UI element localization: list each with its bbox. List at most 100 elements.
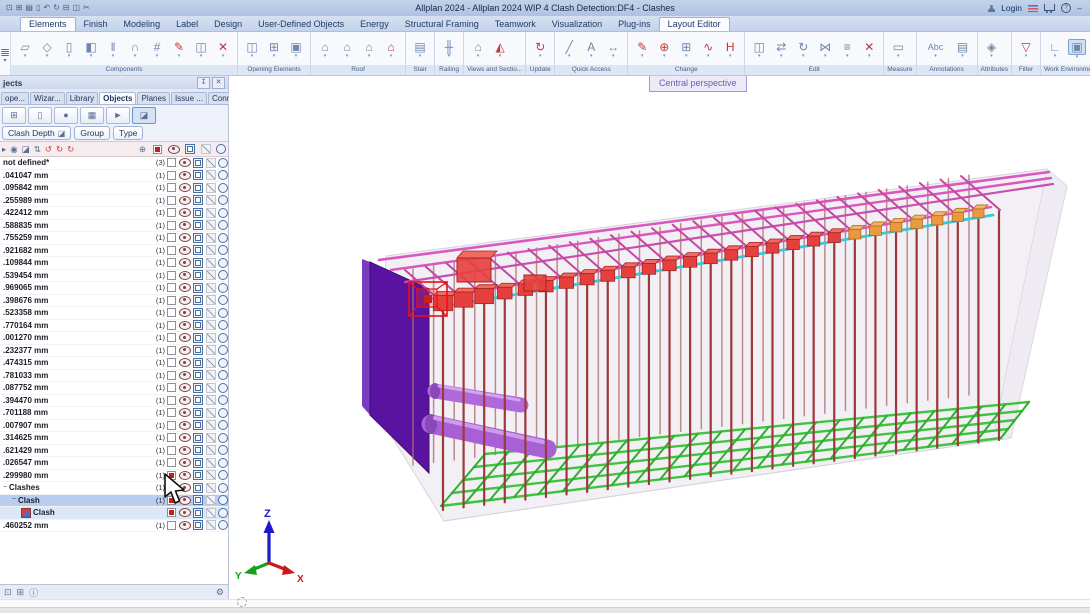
row-isolate-icon[interactable] — [206, 208, 216, 218]
row-checkbox[interactable] — [167, 471, 176, 480]
row-info-icon[interactable] — [218, 220, 228, 230]
palette-tab-ope[interactable]: ope... — [1, 92, 29, 104]
list-item[interactable]: .232377 mm(1) — [0, 345, 228, 358]
update-icon[interactable]: ↻▾ — [530, 40, 550, 59]
sort-icon[interactable]: ⇅ — [34, 144, 41, 155]
row-info-icon[interactable] — [218, 520, 228, 530]
mirror-icon[interactable]: ⋈▾ — [815, 40, 835, 59]
tag-icon[interactable]: ◪ — [132, 107, 156, 124]
list-item[interactable]: .095842 mm(1) — [0, 182, 228, 195]
list-item[interactable]: .314625 mm(1) — [0, 432, 228, 445]
grid-icon[interactable]: #▾ — [147, 40, 167, 59]
row-checkbox[interactable] — [167, 321, 176, 330]
row-visibility-icon[interactable] — [179, 433, 191, 442]
palette-tab-wizar[interactable]: Wizar... — [30, 92, 65, 104]
ribbon-tab-energy[interactable]: Energy — [352, 18, 397, 31]
row-visibility-icon[interactable] — [179, 346, 191, 355]
palette-tab-objects[interactable]: Objects — [99, 92, 136, 104]
quick-access-icon-7[interactable]: ◫ — [72, 3, 80, 13]
row-info-icon[interactable] — [218, 383, 228, 393]
row-model-icon[interactable] — [193, 495, 203, 505]
ribbon-tab-design[interactable]: Design — [206, 18, 250, 31]
row-info-icon[interactable] — [218, 233, 228, 243]
row-checkbox[interactable] — [167, 446, 176, 455]
grid-view-icon[interactable]: ▦ — [80, 107, 104, 124]
section-icon[interactable]: ◭▾ — [490, 40, 510, 59]
modify-wall-icon[interactable]: ✎▾ — [169, 40, 189, 59]
row-model-icon[interactable] — [193, 470, 203, 480]
list-item[interactable]: .422412 mm(1) — [0, 207, 228, 220]
row-model-icon[interactable] — [193, 283, 203, 293]
railing-icon[interactable]: ╫▾ — [439, 40, 459, 59]
row-model-icon[interactable] — [193, 433, 203, 443]
row-checkbox[interactable] — [167, 258, 176, 267]
row-isolate-icon[interactable] — [206, 308, 216, 318]
list-item[interactable]: .523358 mm(1) — [0, 307, 228, 320]
row-model-icon[interactable] — [193, 333, 203, 343]
niche-icon[interactable]: ∩▾ — [125, 40, 145, 59]
close-icon[interactable]: ✕ — [212, 77, 225, 89]
row-visibility-icon[interactable] — [179, 521, 191, 530]
list-item[interactable]: .621429 mm(1) — [0, 445, 228, 458]
row-checkbox[interactable] — [167, 246, 176, 255]
list-item[interactable]: .921682 mm(1) — [0, 245, 228, 258]
row-model-icon[interactable] — [193, 270, 203, 280]
row-model-icon[interactable] — [193, 308, 203, 318]
row-info-icon[interactable] — [218, 195, 228, 205]
row-isolate-icon[interactable] — [206, 420, 216, 430]
row-model-icon[interactable] — [193, 508, 203, 518]
pointer-icon[interactable]: ► — [106, 107, 130, 124]
list-item[interactable]: .969065 mm(1) — [0, 282, 228, 295]
row-isolate-icon[interactable] — [206, 158, 216, 168]
row-checkbox[interactable] — [167, 308, 176, 317]
quick-access-icon-1[interactable]: ⊞ — [16, 3, 23, 13]
row-info-icon[interactable] — [218, 308, 228, 318]
row-info-icon[interactable] — [218, 158, 228, 168]
copy-icon[interactable]: ⊞▾ — [676, 40, 696, 59]
row-checkbox[interactable] — [167, 383, 176, 392]
list-item[interactable]: .001270 mm(1) — [0, 332, 228, 345]
row-info-icon[interactable] — [218, 433, 228, 443]
row-isolate-icon[interactable] — [206, 245, 216, 255]
stair-icon[interactable]: ▤▾ — [410, 40, 430, 59]
row-model-icon[interactable] — [193, 183, 203, 193]
edit-pencil-icon[interactable]: ✎▾ — [632, 40, 652, 59]
row-visibility-icon[interactable] — [179, 308, 191, 317]
row-visibility-icon[interactable] — [179, 296, 191, 305]
door-swing-icon[interactable]: ◫▾ — [191, 40, 211, 59]
task-board-icon[interactable]: ≣▾ — [0, 32, 11, 75]
row-model-icon[interactable] — [193, 370, 203, 380]
row-model-icon[interactable] — [193, 295, 203, 305]
list-item[interactable]: .007907 mm(1) — [0, 420, 228, 433]
row-visibility-icon[interactable] — [179, 496, 191, 505]
row-visibility-icon[interactable] — [179, 171, 191, 180]
row-model-icon[interactable] — [193, 220, 203, 230]
box-view-icon[interactable]: ⊡ — [4, 587, 12, 598]
list-item[interactable]: .539454 mm(1) — [0, 270, 228, 283]
row-info-icon[interactable] — [218, 208, 228, 218]
wall-icon[interactable]: ▱▾ — [15, 40, 35, 59]
delete-component-icon[interactable]: ✕▾ — [213, 40, 233, 59]
quick-access-icon-5[interactable]: ↻ — [53, 3, 60, 13]
dormer-icon[interactable]: ⌂▾ — [359, 40, 379, 59]
row-checkbox[interactable] — [167, 421, 176, 430]
row-model-icon[interactable] — [193, 158, 203, 168]
row-checkbox[interactable] — [167, 371, 176, 380]
row-info-icon[interactable] — [218, 333, 228, 343]
row-isolate-icon[interactable] — [206, 483, 216, 493]
row-checkbox[interactable] — [167, 346, 176, 355]
row-isolate-icon[interactable] — [206, 445, 216, 455]
shop-cart-icon[interactable] — [1044, 4, 1055, 11]
foundation-icon[interactable]: ◧▾ — [81, 40, 101, 59]
quick-access-icon-4[interactable]: ↶ — [43, 3, 50, 13]
row-isolate-icon[interactable] — [206, 408, 216, 418]
row-model-icon[interactable] — [193, 445, 203, 455]
environment-icon[interactable]: ▣▾ — [1067, 39, 1087, 60]
tag-filter-icon[interactable]: ◪ — [22, 144, 30, 155]
row-isolate-icon[interactable] — [206, 195, 216, 205]
list-item[interactable]: .026547 mm(1) — [0, 457, 228, 470]
list-item[interactable]: .460252 mm(1) — [0, 520, 228, 533]
column-icon[interactable]: ▯▾ — [59, 40, 79, 59]
row-visibility-icon[interactable] — [179, 383, 191, 392]
row-visibility-icon[interactable] — [179, 158, 191, 167]
